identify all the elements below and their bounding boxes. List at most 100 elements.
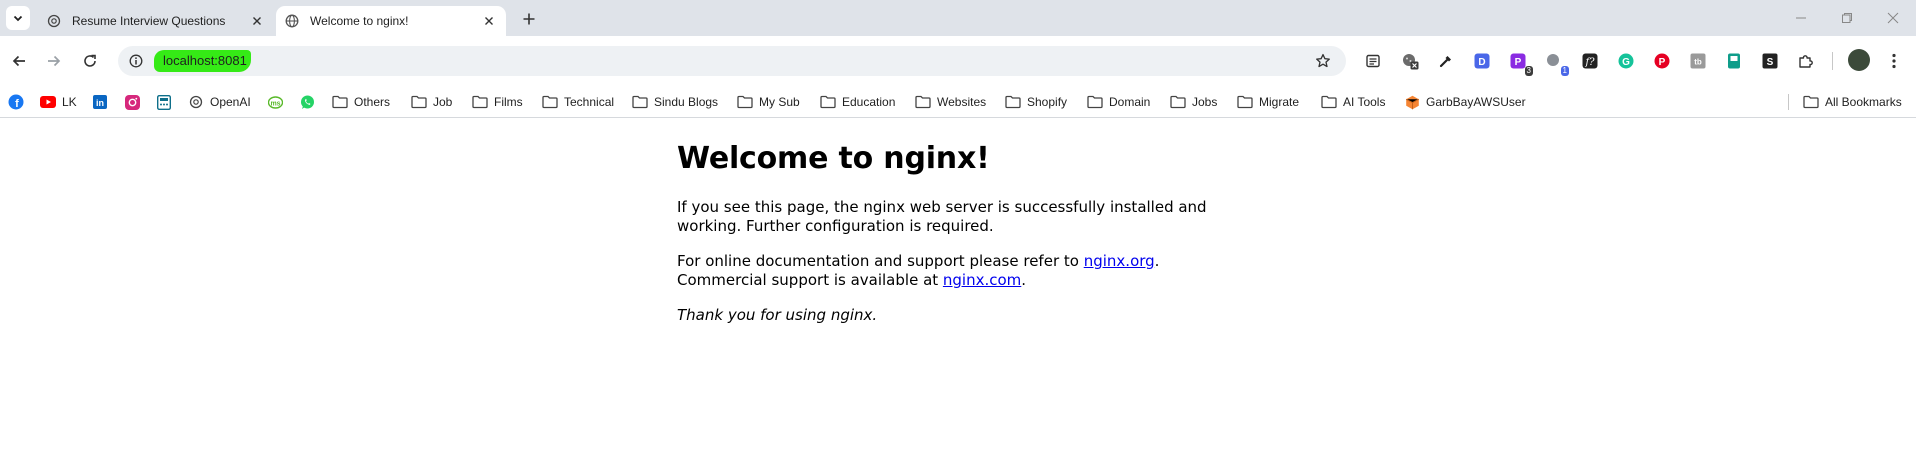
bookmark-garbbay-aws-user[interactable]: GarbBayAWSUser (1404, 93, 1526, 111)
tab-welcome-nginx[interactable]: Welcome to nginx! (276, 6, 506, 36)
instagram-icon (124, 94, 140, 110)
bookmark-label: Websites (937, 95, 987, 109)
browser-toolbar: localhost:8081 D P 3 1 f? G P tb S (0, 36, 1916, 86)
font-f-icon[interactable]: f? (1580, 51, 1600, 71)
minimize-button[interactable] (1778, 0, 1824, 36)
bookmark-calculator[interactable] (156, 93, 172, 111)
close-window-button[interactable] (1870, 0, 1916, 36)
close-icon (1887, 12, 1899, 24)
s-extension-icon[interactable]: S (1760, 51, 1780, 71)
bookmark-facebook[interactable]: f (8, 93, 24, 111)
eyedropper-icon[interactable] (1436, 51, 1456, 71)
bookmark-whatsapp[interactable] (299, 93, 315, 111)
close-icon[interactable] (480, 12, 498, 30)
bookmark-folder-films[interactable]: Films (472, 93, 523, 111)
svg-text:ms: ms (270, 100, 280, 107)
nginx-org-link[interactable]: nginx.org (1084, 252, 1155, 270)
arrow-right-icon (48, 55, 61, 67)
bookmark-label: Domain (1109, 95, 1151, 109)
extension-badge: 3 (1524, 66, 1533, 76)
ms-icon: ms (267, 94, 283, 110)
bookmark-folder-education[interactable]: Education (820, 93, 895, 111)
bookmark-lk[interactable]: LK (40, 93, 77, 111)
reader-mode-icon[interactable] (1363, 51, 1383, 71)
gray-extension-icon[interactable]: 1 (1544, 51, 1569, 76)
teal-extension-icon[interactable] (1724, 51, 1744, 71)
bookmark-folder-others[interactable]: Others (332, 93, 390, 111)
bookmark-linkedin[interactable]: in (92, 93, 108, 111)
forward-button[interactable] (39, 46, 69, 76)
bookmark-folder-domain[interactable]: Domain (1087, 93, 1150, 111)
cookie-x-icon[interactable] (1400, 51, 1420, 71)
folder-icon (1237, 94, 1253, 110)
bookmark-openai[interactable]: OpenAI (188, 93, 251, 111)
svg-text:P: P (1659, 57, 1666, 68)
puzzle-extensions-icon[interactable] (1796, 51, 1816, 71)
bookmarks-bar: f LK in OpenAI ms Others Job Films Techn… (0, 86, 1916, 118)
bookmark-instagram[interactable] (124, 93, 140, 111)
purple-extension-icon[interactable]: P 3 (1508, 51, 1533, 76)
bookmark-label: AI Tools (1343, 95, 1386, 109)
page-content: Welcome to nginx! If you see this page, … (677, 140, 1237, 341)
tab-title: Resume Interview Questions (72, 14, 226, 28)
bookmark-folder-shopify[interactable]: Shopify (1005, 93, 1067, 111)
reload-button[interactable] (75, 46, 105, 76)
bookmark-label: All Bookmarks (1825, 95, 1902, 109)
bookmark-label: Education (842, 95, 896, 109)
bookmark-label: GarbBayAWSUser (1426, 95, 1526, 109)
new-tab-button[interactable] (518, 8, 540, 30)
close-icon[interactable] (248, 12, 266, 30)
bookmark-folder-my-sub[interactable]: My Sub (737, 93, 800, 111)
commercial-period: . (1021, 271, 1027, 289)
folder-icon (632, 94, 648, 110)
bookmark-folder-job[interactable]: Job (411, 93, 452, 111)
bookmark-label: OpenAI (210, 95, 251, 109)
bookmark-label: Shopify (1027, 95, 1068, 109)
facebook-icon: f (8, 94, 24, 110)
nginx-com-link[interactable]: nginx.com (943, 271, 1021, 289)
grammarly-icon[interactable]: G (1616, 51, 1636, 71)
docs-text: For online documentation and support ple… (677, 252, 1084, 270)
svg-text:tb: tb (1694, 58, 1702, 67)
docs-paragraph: For online documentation and support ple… (677, 252, 1237, 290)
bookmark-label: LK (62, 95, 77, 109)
bookmark-folder-ai-tools[interactable]: AI Tools (1321, 93, 1385, 111)
tab-search-button[interactable] (6, 6, 30, 30)
bookmark-star-icon[interactable] (1314, 52, 1332, 70)
tb-extension-icon[interactable]: tb (1688, 51, 1708, 71)
bookmark-folder-sindu-blogs[interactable]: Sindu Blogs (632, 93, 718, 111)
bookmark-label: Job (433, 95, 453, 109)
folder-icon (737, 94, 753, 110)
restore-button[interactable] (1824, 0, 1870, 36)
svg-text:G: G (1622, 57, 1630, 68)
bookmark-folder-jobs[interactable]: Jobs (1170, 93, 1217, 111)
address-bar[interactable]: localhost:8081 (118, 46, 1346, 76)
back-button[interactable] (4, 46, 34, 76)
thanks-text: Thank you for using nginx. (677, 306, 878, 324)
bookmark-ms[interactable]: ms (267, 93, 283, 111)
commercial-text: Commercial support is available at (677, 271, 943, 289)
toolbar-divider (1832, 52, 1833, 70)
folder-icon (542, 94, 558, 110)
aws-cube-icon (1404, 94, 1420, 110)
page-title: Welcome to nginx! (677, 141, 990, 176)
svg-text:D: D (1478, 57, 1485, 68)
bookmark-folder-websites[interactable]: Websites (915, 93, 986, 111)
all-bookmarks-button[interactable]: All Bookmarks (1803, 93, 1902, 111)
plus-icon (523, 13, 535, 25)
d-extension-icon[interactable]: D (1472, 51, 1492, 71)
bookmark-label: My Sub (759, 95, 800, 109)
profile-avatar[interactable] (1848, 49, 1870, 71)
bookmark-folder-migrate[interactable]: Migrate (1237, 93, 1299, 111)
bookmarks-divider (1788, 94, 1789, 110)
site-info-icon[interactable] (128, 53, 144, 69)
url-text[interactable]: localhost:8081 (154, 50, 251, 72)
menu-button[interactable] (1884, 49, 1904, 73)
reload-icon (84, 54, 96, 67)
pinterest-icon[interactable]: P (1652, 51, 1672, 71)
tab-resume-interview[interactable]: Resume Interview Questions (38, 6, 274, 36)
calculator-icon (156, 94, 172, 110)
svg-text:f: f (15, 98, 19, 110)
bookmark-folder-technical[interactable]: Technical (542, 93, 614, 111)
folder-icon (1087, 94, 1103, 110)
